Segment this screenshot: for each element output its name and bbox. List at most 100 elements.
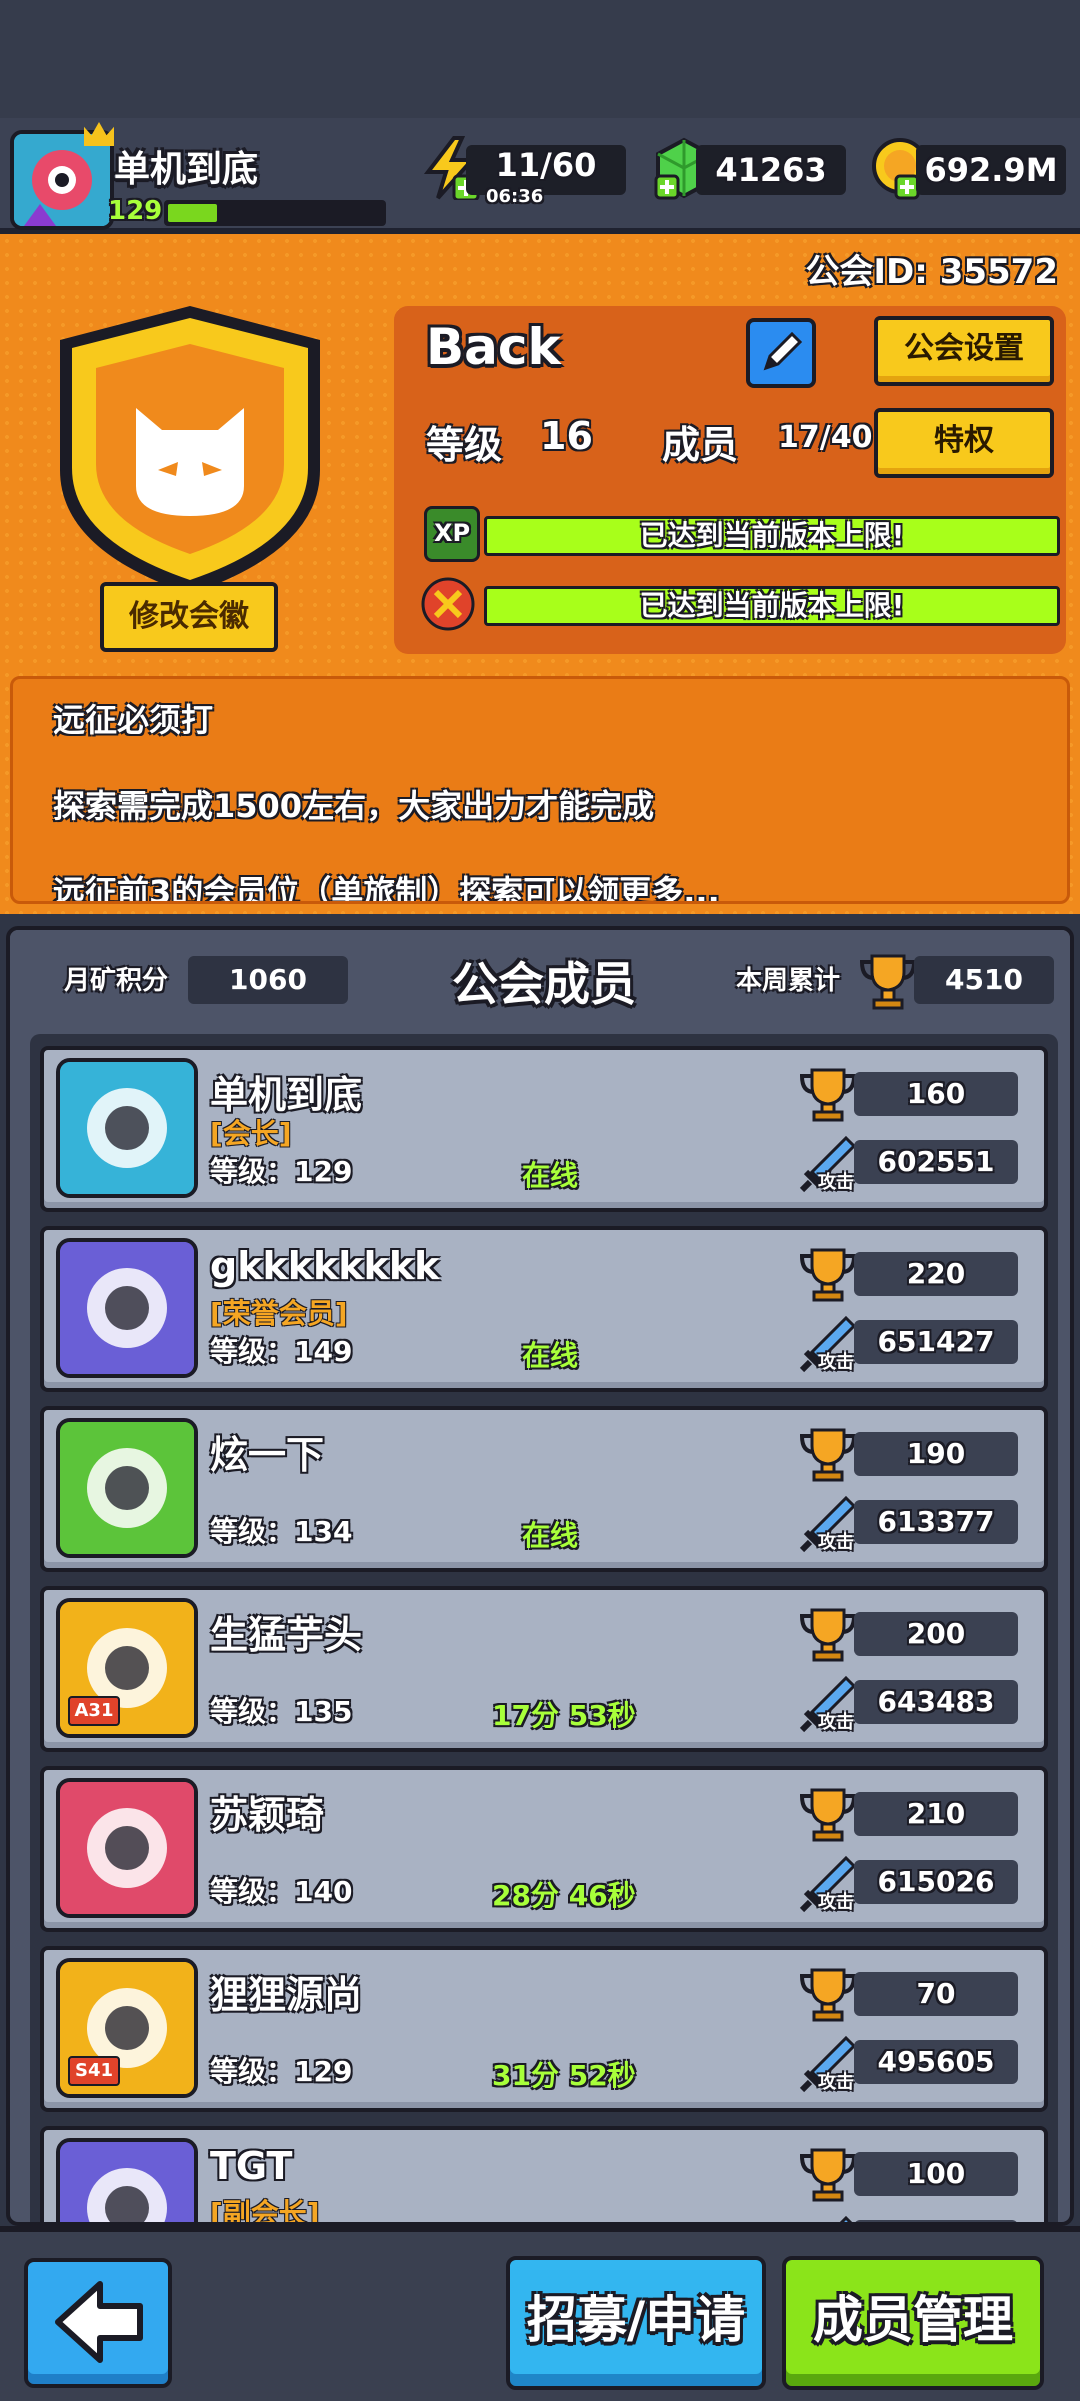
back-arrow-icon — [55, 2281, 143, 2363]
member-avatar[interactable] — [56, 2138, 198, 2222]
member-level: 等级：134 — [210, 1510, 352, 1550]
member-avatar-tag: A31 — [68, 1696, 120, 1726]
member-trophies: 220 — [854, 1252, 1018, 1296]
member-avatar[interactable]: S41 — [56, 1958, 198, 2098]
guild-tech-status: 已达到当前版本上限! — [484, 586, 1060, 626]
member-avatar[interactable] — [56, 1778, 198, 1918]
member-name: 单机到底 — [210, 1073, 363, 1117]
member-status: 17分 53秒 — [492, 1699, 636, 1732]
edit-badge-button[interactable]: 修改会徽 — [100, 582, 278, 652]
player-level: 129 — [108, 196, 163, 226]
members-panel-header: 月矿积分 1060 公会成员 本周累计 4510 — [10, 930, 1070, 1030]
member-power: 613377 — [854, 1500, 1018, 1544]
member-card[interactable]: 单机到底 [会长] 等级：129 在线 160 攻击 602551 — [40, 1046, 1048, 1212]
member-avatar[interactable]: A31 — [56, 1598, 198, 1738]
member-card[interactable]: S41 狸狸源尚 等级：129 31分 52秒 70 攻击 495605 — [40, 1946, 1048, 2112]
recruit-apply-button[interactable]: 招募/申请 — [506, 2256, 766, 2390]
trophy-icon — [799, 2148, 857, 2202]
member-status: 31分 52秒 — [492, 2059, 636, 2092]
member-card[interactable]: gkkkkkkkk [荣誉会员] 等级：149 在线 220 攻击 651427 — [40, 1226, 1048, 1392]
gem-counter: 41263 — [696, 145, 846, 195]
guild-screen: 单机到底 129 11/60 06:36 41263 692.9M 公会ID: … — [0, 0, 1080, 2401]
attack-label: 攻击 — [818, 2072, 854, 2093]
weekly-total-value: 4510 — [914, 956, 1054, 1004]
member-name: 狸狸源尚 — [210, 1973, 363, 2017]
attack-label: 攻击 — [818, 1532, 854, 1553]
member-level: 等级：149 — [210, 1330, 352, 1370]
member-level-prefix: 等级： — [210, 1875, 295, 1908]
attack-label: 攻击 — [818, 1892, 854, 1913]
guild-members-value: 17/40 — [778, 420, 873, 455]
gold-counter: 692.9M — [916, 145, 1066, 195]
trophy-icon — [799, 1428, 857, 1482]
member-trophies: 210 — [854, 1792, 1018, 1836]
guild-members-label: 成员 — [662, 423, 739, 467]
privilege-button[interactable]: 特权 — [874, 408, 1054, 478]
member-trophies: 200 — [854, 1612, 1018, 1656]
member-card[interactable]: A31 生猛芋头 等级：135 17分 53秒 200 攻击 643483 — [40, 1586, 1048, 1752]
tech-tools-icon — [421, 577, 475, 631]
guild-badge-cat-icon[interactable] — [50, 300, 330, 600]
member-level-prefix: 等级： — [210, 1695, 295, 1728]
guild-id: 公会ID: 35572 — [805, 252, 1058, 292]
notice-line-1: 远征必须打 — [53, 701, 214, 739]
guild-level-label: 等级 — [426, 423, 503, 467]
sword-icon — [839, 2215, 853, 2222]
member-trophies: 190 — [854, 1432, 1018, 1476]
member-avatar[interactable] — [56, 1058, 198, 1198]
member-level-value: 129 — [294, 1155, 353, 1188]
member-name: 苏颖琦 — [210, 1793, 325, 1837]
member-level: 等级：135 — [210, 1690, 352, 1730]
member-role: [会长] — [210, 1117, 292, 1150]
xp-icon: XP — [424, 506, 480, 562]
member-trophies: 160 — [854, 1072, 1018, 1116]
member-level-value: 140 — [294, 1875, 353, 1908]
trophy-icon — [799, 1248, 857, 1302]
member-avatar-tag: S41 — [68, 2056, 120, 2086]
member-status: 在线 — [522, 1159, 579, 1192]
guild-notice-board[interactable]: 远征必须打 探索需完成1500左右，大家出力才能完成 远征前3的会员位（单旅制）… — [10, 676, 1070, 904]
guild-settings-button[interactable]: 公会设置 — [874, 316, 1054, 386]
member-level-prefix: 等级： — [210, 1335, 295, 1368]
member-card[interactable]: 苏颖琦 等级：140 28分 46秒 210 攻击 615026 — [40, 1766, 1048, 1932]
member-level-prefix: 等级： — [210, 1515, 295, 1548]
member-role: [副会长] — [210, 2197, 320, 2226]
attack-label: 攻击 — [818, 1352, 854, 1373]
member-avatar[interactable] — [56, 1418, 198, 1558]
member-level-value: 129 — [294, 2055, 353, 2088]
members-panel: 月矿积分 1060 公会成员 本周累计 4510 单机到底 [会长] 等级：129 在… — [6, 926, 1074, 2226]
member-card[interactable]: TGT[副会长]100攻击 — [40, 2126, 1048, 2226]
member-power: 643483 — [854, 1680, 1018, 1724]
player-name: 单机到底 — [114, 149, 259, 190]
energy-timer: 06:36 — [486, 186, 544, 207]
member-status: 在线 — [522, 1339, 579, 1372]
trophy-icon — [799, 1968, 857, 2022]
member-trophies: 70 — [854, 1972, 1018, 2016]
guild-name: Back — [426, 318, 561, 376]
member-name: 炫一下 — [210, 1433, 325, 1477]
energy-value: 11/60 — [495, 146, 597, 184]
member-level: 等级：129 — [210, 1150, 352, 1190]
member-level-value: 149 — [294, 1335, 353, 1368]
members-list[interactable]: 单机到底 [会长] 等级：129 在线 160 攻击 602551 gkkkkkkkk [荣誉会… — [30, 1034, 1058, 2226]
member-avatar[interactable] — [56, 1238, 198, 1378]
member-role: [荣誉会员] — [210, 1297, 348, 1330]
trophy-icon — [799, 1068, 857, 1122]
edit-name-button[interactable] — [746, 318, 816, 388]
player-xp-fill — [168, 204, 217, 222]
trophy-icon — [799, 1788, 857, 1842]
member-card[interactable]: 炫一下 等级：134 在线 190 攻击 613377 — [40, 1406, 1048, 1572]
member-trophies: 100 — [854, 2152, 1018, 2196]
monthly-score-label: 月矿积分 — [64, 966, 169, 996]
member-status: 28分 46秒 — [492, 1879, 636, 1912]
system-status-bar — [0, 0, 1080, 118]
notice-line-2: 探索需完成1500左右，大家出力才能完成 — [53, 787, 655, 825]
member-power: 651427 — [854, 1320, 1018, 1364]
player-xp-bar — [164, 200, 386, 226]
back-button[interactable] — [24, 2258, 172, 2388]
member-management-button[interactable]: 成员管理 — [782, 2256, 1044, 2390]
member-level-value: 135 — [294, 1695, 353, 1728]
attack-label: 攻击 — [818, 1172, 854, 1193]
weekly-total-label: 本周累计 — [736, 966, 841, 996]
member-name: TGT — [210, 2144, 293, 2188]
